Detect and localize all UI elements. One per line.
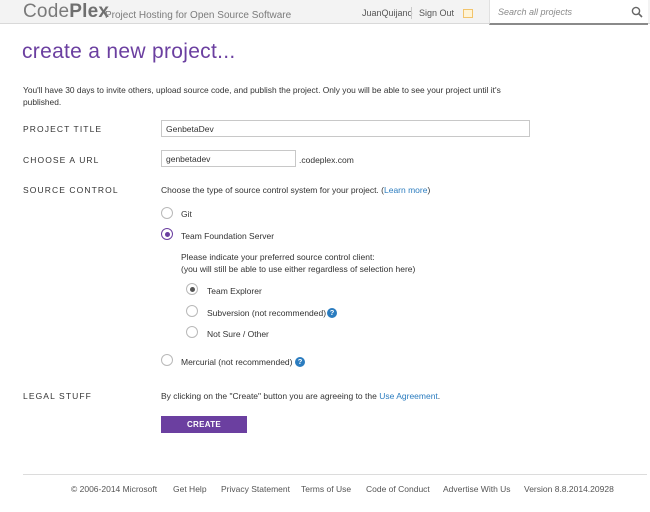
tfs-radio[interactable]: [161, 228, 173, 240]
not-sure-label[interactable]: Not Sure / Other: [207, 329, 269, 339]
footer-get-help-link[interactable]: Get Help: [173, 484, 207, 494]
codeplex-logo[interactable]: CodePlex: [23, 2, 109, 22]
source-control-prompt-end: ): [427, 185, 431, 195]
legal-text-body: By clicking on the "Create" button you a…: [161, 391, 380, 401]
footer-divider: [23, 474, 647, 475]
site-tagline: Project Hosting for Open Source Software: [105, 10, 292, 21]
create-button[interactable]: CREATE: [161, 416, 247, 433]
source-control-prompt-text: Choose the type of source control system…: [161, 185, 384, 195]
sign-out-link[interactable]: Sign Out: [419, 8, 454, 18]
search-icon[interactable]: [631, 6, 643, 18]
subversion-help-icon[interactable]: ?: [327, 308, 337, 318]
mercurial-help-icon[interactable]: ?: [295, 357, 305, 367]
team-explorer-label[interactable]: Team Explorer: [207, 286, 262, 296]
legal-label: LEGAL STUFF: [23, 391, 92, 401]
url-suffix: .codeplex.com: [299, 155, 354, 165]
project-title-input[interactable]: [161, 120, 530, 137]
git-label[interactable]: Git: [181, 209, 192, 219]
footer-terms-link[interactable]: Terms of Use: [301, 484, 351, 494]
footer-conduct-link[interactable]: Code of Conduct: [366, 484, 430, 494]
top-header: CodePlex Project Hosting for Open Source…: [0, 0, 650, 25]
page-title: create a new project...: [22, 40, 236, 63]
tfs-label[interactable]: Team Foundation Server: [181, 231, 274, 241]
mercurial-radio[interactable]: [161, 354, 173, 366]
use-agreement-link[interactable]: Use Agreement: [379, 391, 438, 401]
subversion-radio[interactable]: [186, 305, 198, 317]
git-radio[interactable]: [161, 207, 173, 219]
source-control-prompt: Choose the type of source control system…: [161, 185, 430, 196]
search-input[interactable]: [496, 5, 624, 19]
header-divider: [411, 7, 412, 19]
legal-text-end: .: [437, 391, 441, 401]
search-box: [489, 0, 648, 25]
project-title-label: PROJECT TITLE: [23, 124, 103, 134]
footer-copyright: © 2006-2014 Microsoft: [71, 484, 158, 494]
intro-text: You'll have 30 days to invite others, up…: [23, 85, 501, 107]
footer-privacy-link[interactable]: Privacy Statement: [221, 484, 290, 494]
notification-icon[interactable]: [463, 9, 473, 18]
footer-version: Version 8.8.2014.20928: [524, 484, 614, 494]
not-sure-radio[interactable]: [186, 326, 198, 338]
logo-prefix: Code: [23, 1, 70, 22]
legal-text: By clicking on the "Create" button you a…: [161, 391, 440, 402]
footer-advertise-link[interactable]: Advertise With Us: [443, 484, 511, 494]
url-input[interactable]: [161, 150, 296, 167]
team-explorer-radio[interactable]: [186, 283, 198, 295]
username-link[interactable]: JuanQuijano: [362, 8, 413, 18]
client-prompt-line2: (you will still be able to use either re…: [181, 264, 416, 274]
learn-more-link[interactable]: Learn more: [384, 185, 427, 195]
choose-url-label: CHOOSE A URL: [23, 155, 100, 165]
mercurial-label[interactable]: Mercurial (not recommended): [181, 357, 292, 367]
client-prompt-line1: Please indicate your preferred source co…: [181, 252, 375, 262]
source-control-label: SOURCE CONTROL: [23, 185, 119, 195]
logo-suffix: Plex: [69, 1, 110, 22]
subversion-label[interactable]: Subversion (not recommended): [207, 308, 326, 318]
